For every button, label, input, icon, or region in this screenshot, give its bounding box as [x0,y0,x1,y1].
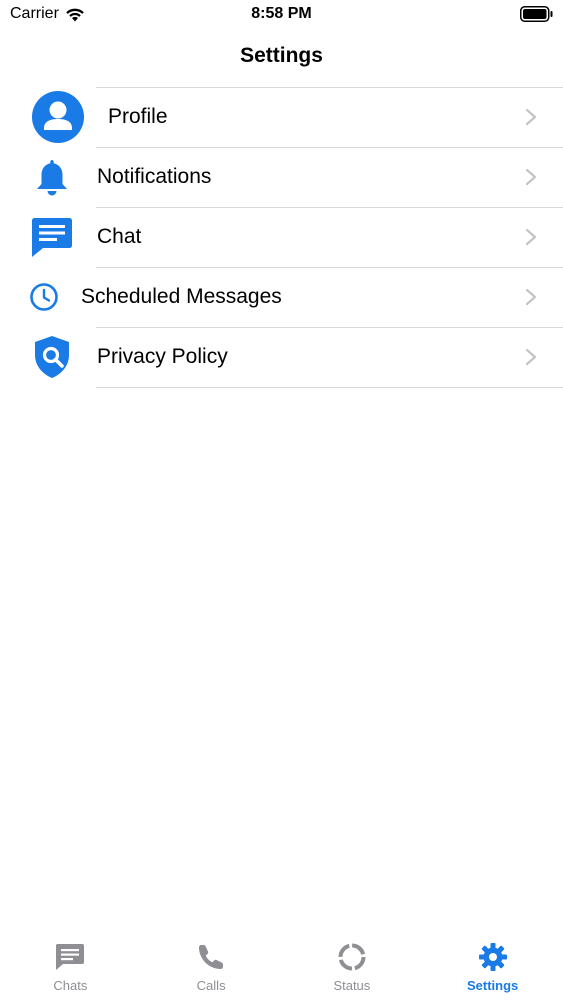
tab-chats[interactable]: Chats [0,936,141,1000]
page-title: Settings [240,44,323,67]
tab-settings[interactable]: Settings [422,936,563,1000]
phone-icon [194,940,228,974]
settings-row-label: Profile [108,105,168,128]
tab-label: Chats [53,978,88,993]
tab-calls[interactable]: Calls [141,936,282,1000]
settings-row-label: Scheduled Messages [81,285,282,308]
row-separator [96,387,563,388]
chevron-right-icon [525,228,537,246]
clock-icon [29,267,59,327]
chevron-right-icon [525,348,537,366]
settings-row-profile[interactable]: Profile [0,87,563,147]
message-icon [53,940,87,974]
status-ring-icon [335,940,369,974]
row-separator [96,207,563,208]
status-bar: Carrier 8:58 PM [0,0,563,30]
gear-icon [476,940,510,974]
shield-search-icon [33,327,71,387]
tab-bar: Chats Calls Status Settings [0,936,563,1000]
settings-row-chat[interactable]: Chat [0,207,563,267]
tab-label: Status [333,978,371,993]
profile-icon [32,87,84,147]
bell-icon [34,147,70,207]
settings-row-scheduled-messages[interactable]: Scheduled Messages [0,267,563,327]
chevron-right-icon [525,108,537,126]
status-time: 8:58 PM [251,5,312,22]
settings-row-privacy-policy[interactable]: Privacy Policy [0,327,563,388]
chevron-right-icon [525,288,537,306]
settings-row-label: Chat [97,225,142,248]
battery-icon [520,6,553,22]
tab-label: Calls [196,978,226,993]
settings-row-notifications[interactable]: Notifications [0,147,563,207]
settings-list: Profile Notifications Chat Scheduled Mes… [0,87,563,388]
tab-status[interactable]: Status [282,936,423,1000]
tab-label: Settings [466,978,519,993]
settings-row-label: Notifications [97,165,212,188]
settings-row-label: Privacy Policy [97,345,228,368]
chat-bubble-icon [31,207,73,267]
chevron-right-icon [525,168,537,186]
